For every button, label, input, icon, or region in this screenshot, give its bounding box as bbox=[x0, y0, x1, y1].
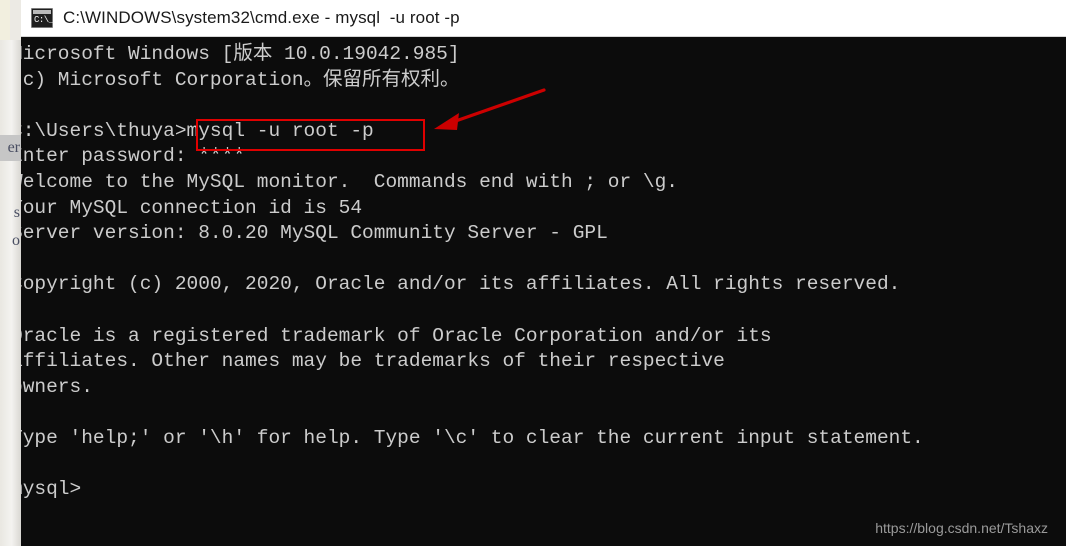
window-title-text: C:\WINDOWS\system32\cmd.exe - mysql -u r… bbox=[63, 8, 460, 27]
console-text-block: Microsoft Windows [版本 10.0.19042.985] (c… bbox=[21, 42, 1066, 503]
window-titlebar[interactable]: C:\_ C:\WINDOWS\system32\cmd.exe - mysql… bbox=[21, 0, 1066, 37]
console-line-mysql-prompt: mysql> bbox=[21, 478, 82, 501]
screenshot-root: er s o C:\_ C:\WINDOWS\system32\cmd.exe … bbox=[0, 0, 1066, 546]
console-line: Server version: 8.0.20 MySQL Community S… bbox=[21, 222, 608, 245]
console-line: affiliates. Other names may be trademark… bbox=[21, 350, 725, 373]
console-line: (c) Microsoft Corporation。保留所有权利。 bbox=[21, 68, 460, 91]
background-ghost-text-3: o bbox=[12, 232, 20, 249]
console-line: Microsoft Windows [版本 10.0.19042.985] bbox=[21, 43, 460, 65]
console-line-password: Enter password: **** bbox=[21, 145, 246, 168]
console-line: Type 'help;' or '\h' for help. Type '\c'… bbox=[21, 426, 924, 449]
console-line-command-prompt: C:\Users\thuya>mysql -u root -p bbox=[21, 119, 374, 142]
watermark-text: https://blog.csdn.net/Tshaxz bbox=[875, 520, 1048, 536]
console-line: owners. bbox=[21, 375, 93, 398]
console-output-area[interactable]: Microsoft Windows [版本 10.0.19042.985] (c… bbox=[21, 37, 1066, 546]
console-line: Copyright (c) 2000, 2020, Oracle and/or … bbox=[21, 273, 901, 296]
background-ghost-text-2: s bbox=[13, 204, 20, 221]
console-line: Your MySQL connection id is 54 bbox=[21, 196, 363, 219]
cmd-icon-prompt-glyph: C:\_ bbox=[34, 15, 54, 25]
background-window-cream-strip bbox=[0, 0, 10, 40]
console-line: Oracle is a registered trademark of Orac… bbox=[21, 324, 772, 347]
background-ghost-text-1: er bbox=[0, 135, 21, 161]
cmd-exe-icon: C:\_ bbox=[31, 8, 54, 28]
cmd-icon-title-strip bbox=[33, 10, 51, 14]
console-line: Welcome to the MySQL monitor. Commands e… bbox=[21, 170, 679, 193]
background-window-panel bbox=[0, 40, 21, 546]
